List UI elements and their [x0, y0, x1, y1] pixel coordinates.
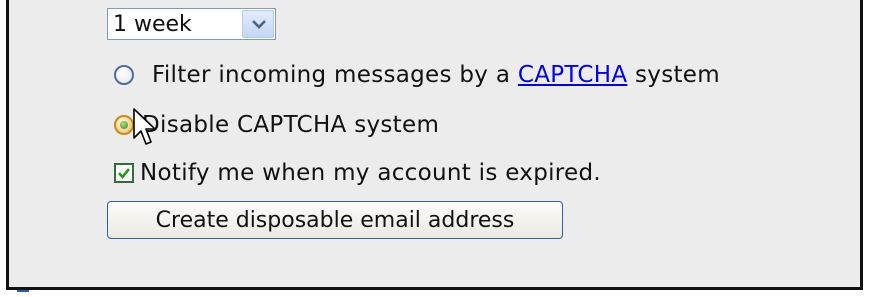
option-captcha-filter[interactable]: Filter incoming messages by a CAPTCHA sy… [114, 62, 720, 88]
partial-link-fragment [17, 284, 29, 292]
captcha-filter-radio[interactable] [114, 65, 134, 85]
option-captcha-disable[interactable]: Disable CAPTCHA system [114, 112, 439, 138]
captcha-filter-label: Filter incoming messages by a CAPTCHA sy… [152, 62, 720, 88]
captcha-disable-label: Disable CAPTCHA system [142, 112, 440, 138]
dropdown-button[interactable] [242, 10, 274, 38]
option-notify-expired[interactable]: Notify me when my account is expired. [114, 160, 601, 186]
expiry-select[interactable]: 1 week [107, 8, 276, 40]
expiry-select-value: 1 week [113, 12, 192, 37]
create-disposable-email-button[interactable]: Create disposable email address [107, 201, 563, 239]
chevron-down-icon [252, 20, 266, 29]
checkmark-icon [118, 168, 131, 180]
captcha-link[interactable]: CAPTCHA [518, 62, 628, 88]
captcha-disable-radio[interactable] [114, 115, 134, 135]
mouse-pointer-icon [133, 108, 156, 145]
notify-expired-checkbox[interactable] [114, 163, 134, 183]
notify-expired-label: Notify me when my account is expired. [140, 160, 602, 186]
